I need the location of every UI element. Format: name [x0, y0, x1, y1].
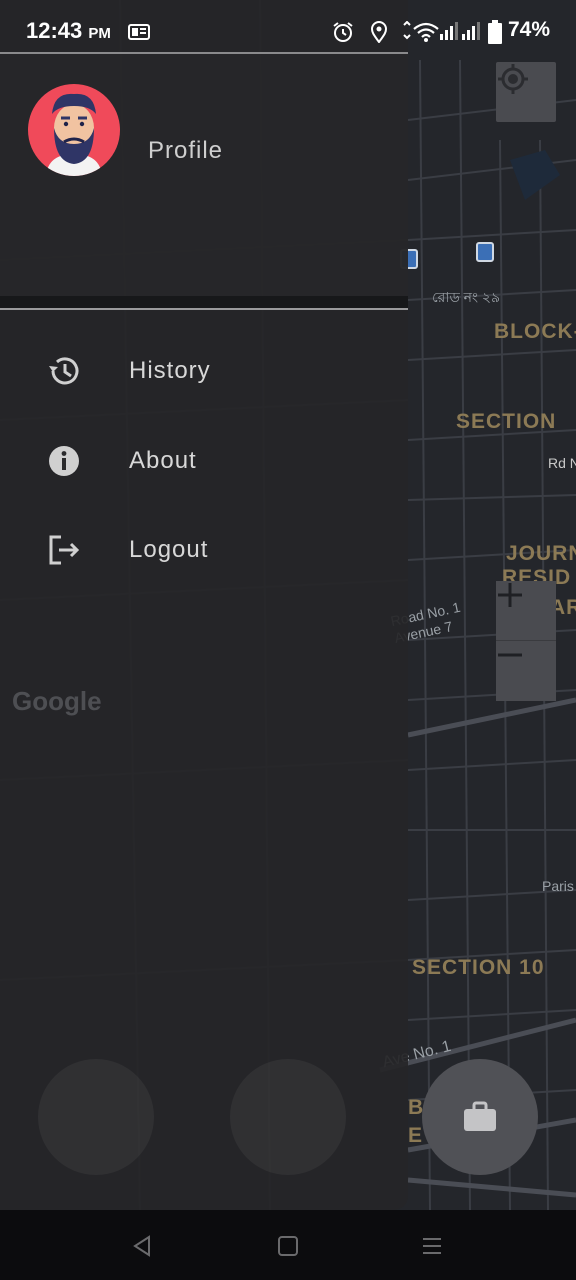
map-label: BLOCK-	[494, 320, 576, 343]
status-bar: 12:43 PM 74%	[0, 0, 576, 52]
avatar[interactable]	[28, 84, 120, 176]
map-label: JOURN	[506, 542, 576, 565]
battery-percent: 74%	[508, 18, 551, 41]
bus-stop-icon	[476, 242, 494, 262]
wifi-icon	[403, 21, 439, 42]
system-navigation-bar	[0, 1210, 576, 1280]
my-location-button[interactable]	[496, 62, 556, 122]
menu-item-label: Logout	[129, 536, 209, 563]
status-time: 12:43 PM	[26, 18, 111, 44]
alarm-icon	[333, 22, 353, 42]
minus-icon	[498, 653, 522, 657]
zoom-in-button[interactable]	[496, 581, 556, 641]
recents-button[interactable]	[416, 1230, 448, 1262]
history-icon	[46, 353, 82, 389]
clock-ampm: PM	[88, 25, 111, 42]
bearded-man-avatar-icon	[46, 93, 102, 176]
home-square-icon	[278, 1236, 298, 1256]
menu-lines-icon	[423, 1238, 441, 1254]
map-label: রোড নং ২৯	[432, 289, 501, 305]
profile-label[interactable]: Profile	[148, 137, 223, 165]
zoom-out-button[interactable]	[496, 641, 556, 701]
plus-icon	[498, 583, 522, 607]
clock-time: 12:43	[26, 18, 83, 43]
map-label: Rd N	[548, 455, 576, 471]
back-triangle-icon	[133, 1235, 150, 1257]
battery-icon	[488, 20, 502, 44]
header-divider	[0, 296, 408, 310]
location-icon	[370, 21, 388, 43]
menu-item-label: About	[129, 447, 197, 474]
menu-item-history[interactable]: History	[0, 336, 408, 406]
back-button[interactable]	[126, 1230, 158, 1262]
home-button[interactable]	[272, 1230, 304, 1262]
logout-icon	[46, 532, 82, 568]
briefcase-icon	[464, 1101, 496, 1131]
info-icon	[46, 443, 82, 479]
map-label: E	[408, 1124, 424, 1147]
map-label: SECTION	[456, 410, 557, 433]
briefcase-button[interactable]	[422, 1059, 538, 1175]
signal-icon	[440, 22, 480, 40]
map-label: SECTION 10	[412, 956, 545, 979]
map-label: Paris	[542, 878, 574, 894]
menu-item-label: History	[129, 357, 211, 384]
notification-icon	[128, 24, 150, 40]
crosshair-icon	[498, 64, 528, 94]
menu-item-about[interactable]: About	[0, 426, 408, 496]
menu-item-logout[interactable]: Logout	[0, 515, 408, 585]
navigation-drawer: Profile History About Logout	[0, 0, 408, 1210]
